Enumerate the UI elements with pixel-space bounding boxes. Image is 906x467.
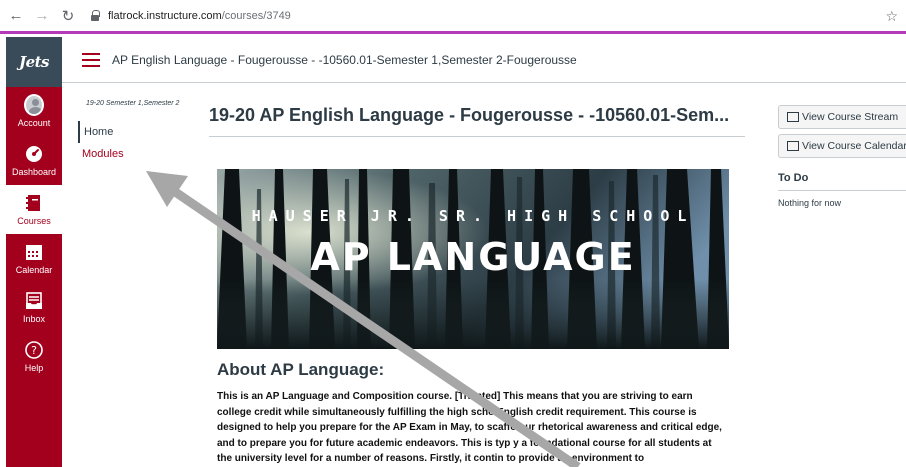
bookmark-star-icon[interactable]: ☆: [885, 8, 898, 25]
nav-label: Calendar: [15, 265, 53, 275]
course-banner-image: HAUSER JR. SR. HIGH SCHOOL AP LANGUAGE: [217, 169, 729, 349]
course-nav-home[interactable]: Home: [78, 121, 188, 143]
jets-logo[interactable]: Jets: [6, 37, 62, 87]
about-body: This is an AP Language and Composition c…: [217, 391, 722, 464]
address-bar[interactable]: flatrock.instructure.com/courses/3749: [90, 9, 291, 22]
reload-icon[interactable]: ↻: [58, 6, 78, 26]
global-nav-account[interactable]: Account: [6, 87, 62, 136]
course-term: 19-20 Semester 1,Semester 2: [86, 100, 180, 107]
bar-chart-icon: [787, 112, 799, 122]
nav-label: Courses: [17, 216, 51, 226]
browser-toolbar: ← → ↻ flatrock.instructure.com/courses/3…: [0, 0, 906, 34]
url-path: /courses/3749: [221, 9, 291, 22]
course-header: AP English Language - Fougerousse - -105…: [62, 37, 906, 83]
global-nav-help[interactable]: ? Help: [6, 332, 62, 381]
global-nav-courses[interactable]: Courses: [6, 185, 62, 234]
nav-label: Inbox: [22, 314, 46, 324]
banner-school-name: HAUSER JR. SR. HIGH SCHOOL: [251, 207, 695, 225]
back-arrow-icon[interactable]: ←: [6, 6, 26, 26]
global-nav-calendar[interactable]: Calendar: [6, 234, 62, 283]
todo-heading: To Do: [778, 172, 906, 191]
nav-label: Account: [17, 118, 51, 128]
button-label: View Course Calendar: [802, 140, 906, 152]
url-host: flatrock.instructure.com: [108, 9, 222, 22]
nav-label: Dashboard: [11, 167, 57, 177]
hamburger-menu-icon[interactable]: [82, 52, 100, 67]
global-nav-dashboard[interactable]: Dashboard: [6, 136, 62, 185]
calendar-icon: [24, 242, 44, 262]
lock-icon: [90, 9, 100, 22]
nav-label: Help: [24, 363, 44, 373]
dashboard-icon: [24, 144, 44, 164]
forward-arrow-icon[interactable]: →: [32, 6, 52, 26]
svg-text:?: ?: [31, 344, 37, 357]
course-nav: 19-20 Semester 1,Semester 2 Home Modules: [78, 100, 188, 165]
page-title: 19-20 AP English Language - Fougerousse …: [209, 105, 745, 137]
todo-empty-message: Nothing for now: [778, 198, 842, 208]
view-course-stream-button[interactable]: View Course Stream: [778, 105, 906, 129]
calendar-small-icon: [787, 141, 799, 151]
inbox-icon: [24, 291, 44, 311]
about-heading: About AP Language:: [217, 360, 385, 379]
global-nav: Jets Account Dashboard Courses Calendar …: [6, 37, 62, 467]
avatar-icon: [24, 94, 44, 116]
course-nav-modules[interactable]: Modules: [78, 143, 188, 165]
breadcrumb[interactable]: AP English Language - Fougerousse - -105…: [112, 53, 577, 67]
help-icon: ?: [24, 340, 44, 360]
button-label: View Course Stream: [802, 111, 899, 123]
view-course-calendar-button[interactable]: View Course Calendar: [778, 134, 906, 158]
book-icon: [24, 193, 44, 213]
banner-title: AP LANGUAGE: [310, 235, 636, 279]
logo-text: Jets: [18, 53, 50, 71]
global-nav-inbox[interactable]: Inbox: [6, 283, 62, 332]
